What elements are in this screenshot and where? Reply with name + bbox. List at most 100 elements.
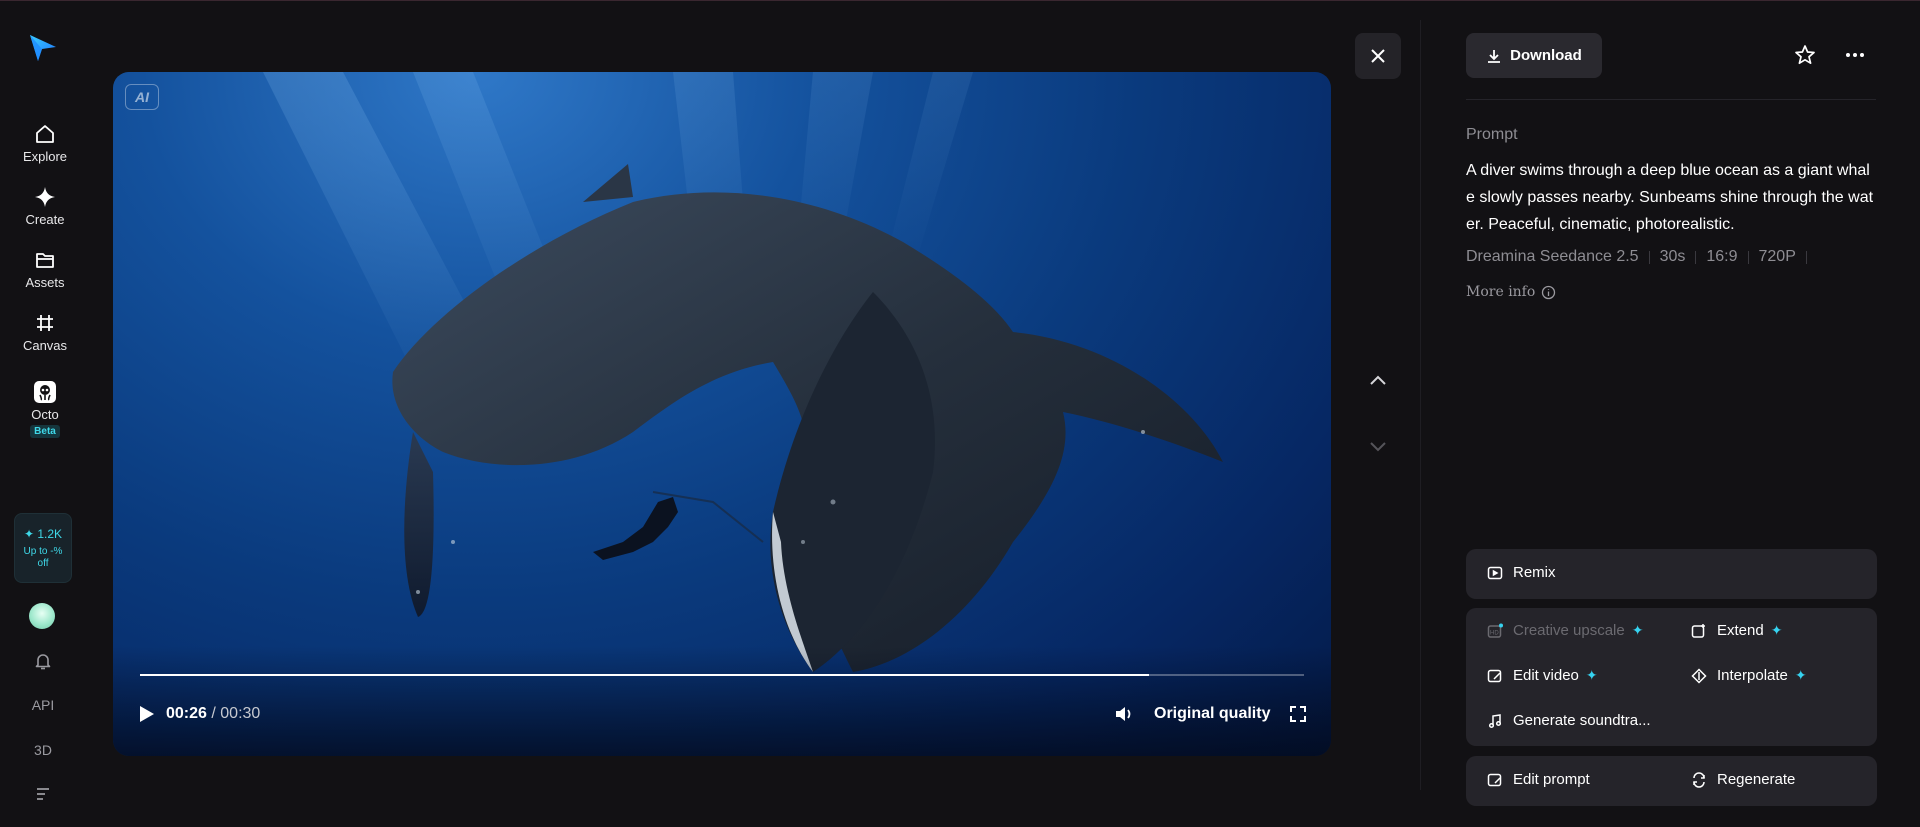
diamond-icon xyxy=(33,185,57,209)
edit-prompt-button[interactable]: Edit prompt xyxy=(1486,771,1590,788)
interpolate-button[interactable]: Interpolate ✦ xyxy=(1690,667,1807,684)
progress-bar[interactable] xyxy=(140,674,1304,676)
panel-divider xyxy=(1420,20,1421,790)
remix-label: Remix xyxy=(1513,564,1556,581)
octo-icon xyxy=(33,380,57,404)
remix-card: Remix xyxy=(1466,549,1877,599)
edit-prompt-label: Edit prompt xyxy=(1513,771,1590,788)
sidebar-item-label: Explore xyxy=(22,149,68,164)
time-display: 00:26 / 00:30 xyxy=(166,705,260,723)
download-button[interactable]: Download xyxy=(1466,33,1602,78)
sidebar-item-canvas[interactable]: Canvas xyxy=(0,311,90,353)
close-icon xyxy=(1371,49,1385,63)
svg-text:HD: HD xyxy=(1490,630,1499,636)
sidebar-item-assets[interactable]: Assets xyxy=(0,248,90,290)
extend-label: Extend xyxy=(1717,622,1764,639)
more-info-link[interactable]: More info xyxy=(1466,284,1556,300)
notifications-button[interactable] xyxy=(0,651,86,674)
avatar[interactable] xyxy=(29,603,55,629)
meta-resolution: 720P xyxy=(1758,248,1796,265)
sidebar-item-create[interactable]: Create xyxy=(0,185,90,227)
remix-button[interactable]: Remix xyxy=(1486,564,1556,581)
sparkle-icon: ✦ xyxy=(1794,667,1807,683)
fullscreen-button[interactable] xyxy=(1289,705,1307,723)
sidebar-item-label: Assets xyxy=(25,275,65,290)
regenerate-button[interactable]: Regenerate xyxy=(1690,771,1795,788)
sidebar-item-label: Octo xyxy=(31,407,59,422)
sidebar-item-explore[interactable]: Explore xyxy=(0,122,90,164)
generate-soundtrack-label: Generate soundtra... xyxy=(1513,712,1651,729)
regenerate-icon xyxy=(1690,771,1707,788)
header-divider xyxy=(1466,99,1876,100)
credits-badge[interactable]: ✦ 1.2K Up to -% off xyxy=(14,513,72,583)
sidebar: Explore Create Assets Canvas Octo Beta ✦… xyxy=(0,0,90,827)
edit-video-icon xyxy=(1486,667,1503,684)
edit-video-label: Edit video xyxy=(1513,667,1579,684)
fullscreen-icon xyxy=(1290,706,1306,722)
volume-button[interactable] xyxy=(1113,703,1135,725)
interpolate-icon xyxy=(1690,667,1707,684)
tools-card: HD Creative upscale ✦ Extend ✦ Edit vide… xyxy=(1466,608,1877,746)
generation-meta: Dreamina Seedance 2.5 30s 16:9 720P xyxy=(1466,248,1817,266)
creative-upscale-button[interactable]: HD Creative upscale ✦ xyxy=(1486,622,1643,639)
credits-promo: Up to -% off xyxy=(23,545,63,569)
home-icon xyxy=(33,122,57,146)
edit-prompt-icon xyxy=(1486,771,1503,788)
extend-icon xyxy=(1690,622,1707,639)
play-button[interactable] xyxy=(138,704,156,724)
total-time: 00:30 xyxy=(220,705,261,722)
chevron-down-icon xyxy=(1370,442,1386,452)
sparkle-icon: ✦ xyxy=(1585,667,1598,683)
creative-upscale-label: Creative upscale xyxy=(1513,622,1625,639)
prompt-text: A diver swims through a deep blue ocean … xyxy=(1466,162,1874,233)
folder-icon xyxy=(33,248,57,272)
canvas-icon xyxy=(33,311,57,335)
volume-icon xyxy=(1116,707,1131,721)
close-button[interactable] xyxy=(1355,33,1401,79)
play-icon xyxy=(140,706,154,722)
interpolate-label: Interpolate xyxy=(1717,667,1788,684)
favorite-button[interactable] xyxy=(1793,43,1817,67)
api-link[interactable]: API xyxy=(0,697,86,713)
upscale-icon: HD xyxy=(1486,622,1503,639)
sparkle-icon: ✦ xyxy=(1770,622,1783,638)
logo-icon[interactable] xyxy=(28,33,58,63)
controls-gradient xyxy=(113,646,1331,756)
bell-icon xyxy=(35,654,51,670)
video-player[interactable]: AI 00:26 / 00:30 Original quality xyxy=(113,72,1331,756)
3d-link[interactable]: 3D xyxy=(0,742,86,758)
previous-button[interactable] xyxy=(1367,370,1389,392)
beta-badge: Beta xyxy=(30,425,60,438)
menu-icon xyxy=(37,788,49,800)
ai-badge: AI xyxy=(125,84,159,110)
more-options-button[interactable] xyxy=(1843,43,1867,67)
meta-ratio: 16:9 xyxy=(1706,248,1738,265)
sparkle-icon: ✦ xyxy=(1631,622,1644,638)
menu-button[interactable] xyxy=(0,786,86,805)
download-icon xyxy=(1488,49,1501,63)
chevron-up-icon xyxy=(1370,375,1386,385)
current-time: 00:26 xyxy=(166,705,207,722)
info-icon xyxy=(1542,285,1556,299)
generate-soundtrack-button[interactable]: Generate soundtra... xyxy=(1486,712,1651,729)
more-info-label: More info xyxy=(1466,284,1536,300)
next-button[interactable] xyxy=(1367,435,1389,457)
regenerate-label: Regenerate xyxy=(1717,771,1796,788)
time-separator: / xyxy=(211,705,216,722)
edit-video-button[interactable]: Edit video ✦ xyxy=(1486,667,1598,684)
top-border xyxy=(0,0,1920,1)
prompt-title: Prompt xyxy=(1466,126,1518,143)
sidebar-item-octo[interactable]: Octo Beta xyxy=(0,380,90,438)
meta-duration: 30s xyxy=(1659,248,1686,265)
extend-button[interactable]: Extend ✦ xyxy=(1690,622,1782,639)
download-label: Download xyxy=(1510,47,1582,64)
more-icon xyxy=(1846,53,1864,57)
remix-icon xyxy=(1486,564,1503,581)
credits-amount: ✦ 1.2K xyxy=(23,526,63,541)
progress-fill xyxy=(140,674,1150,676)
sidebar-item-label: Canvas xyxy=(22,338,68,353)
music-note-icon xyxy=(1486,712,1503,729)
edit-card: Edit prompt Regenerate xyxy=(1466,756,1877,806)
sidebar-item-label: Create xyxy=(25,212,65,227)
quality-selector[interactable]: Original quality xyxy=(1154,705,1270,723)
